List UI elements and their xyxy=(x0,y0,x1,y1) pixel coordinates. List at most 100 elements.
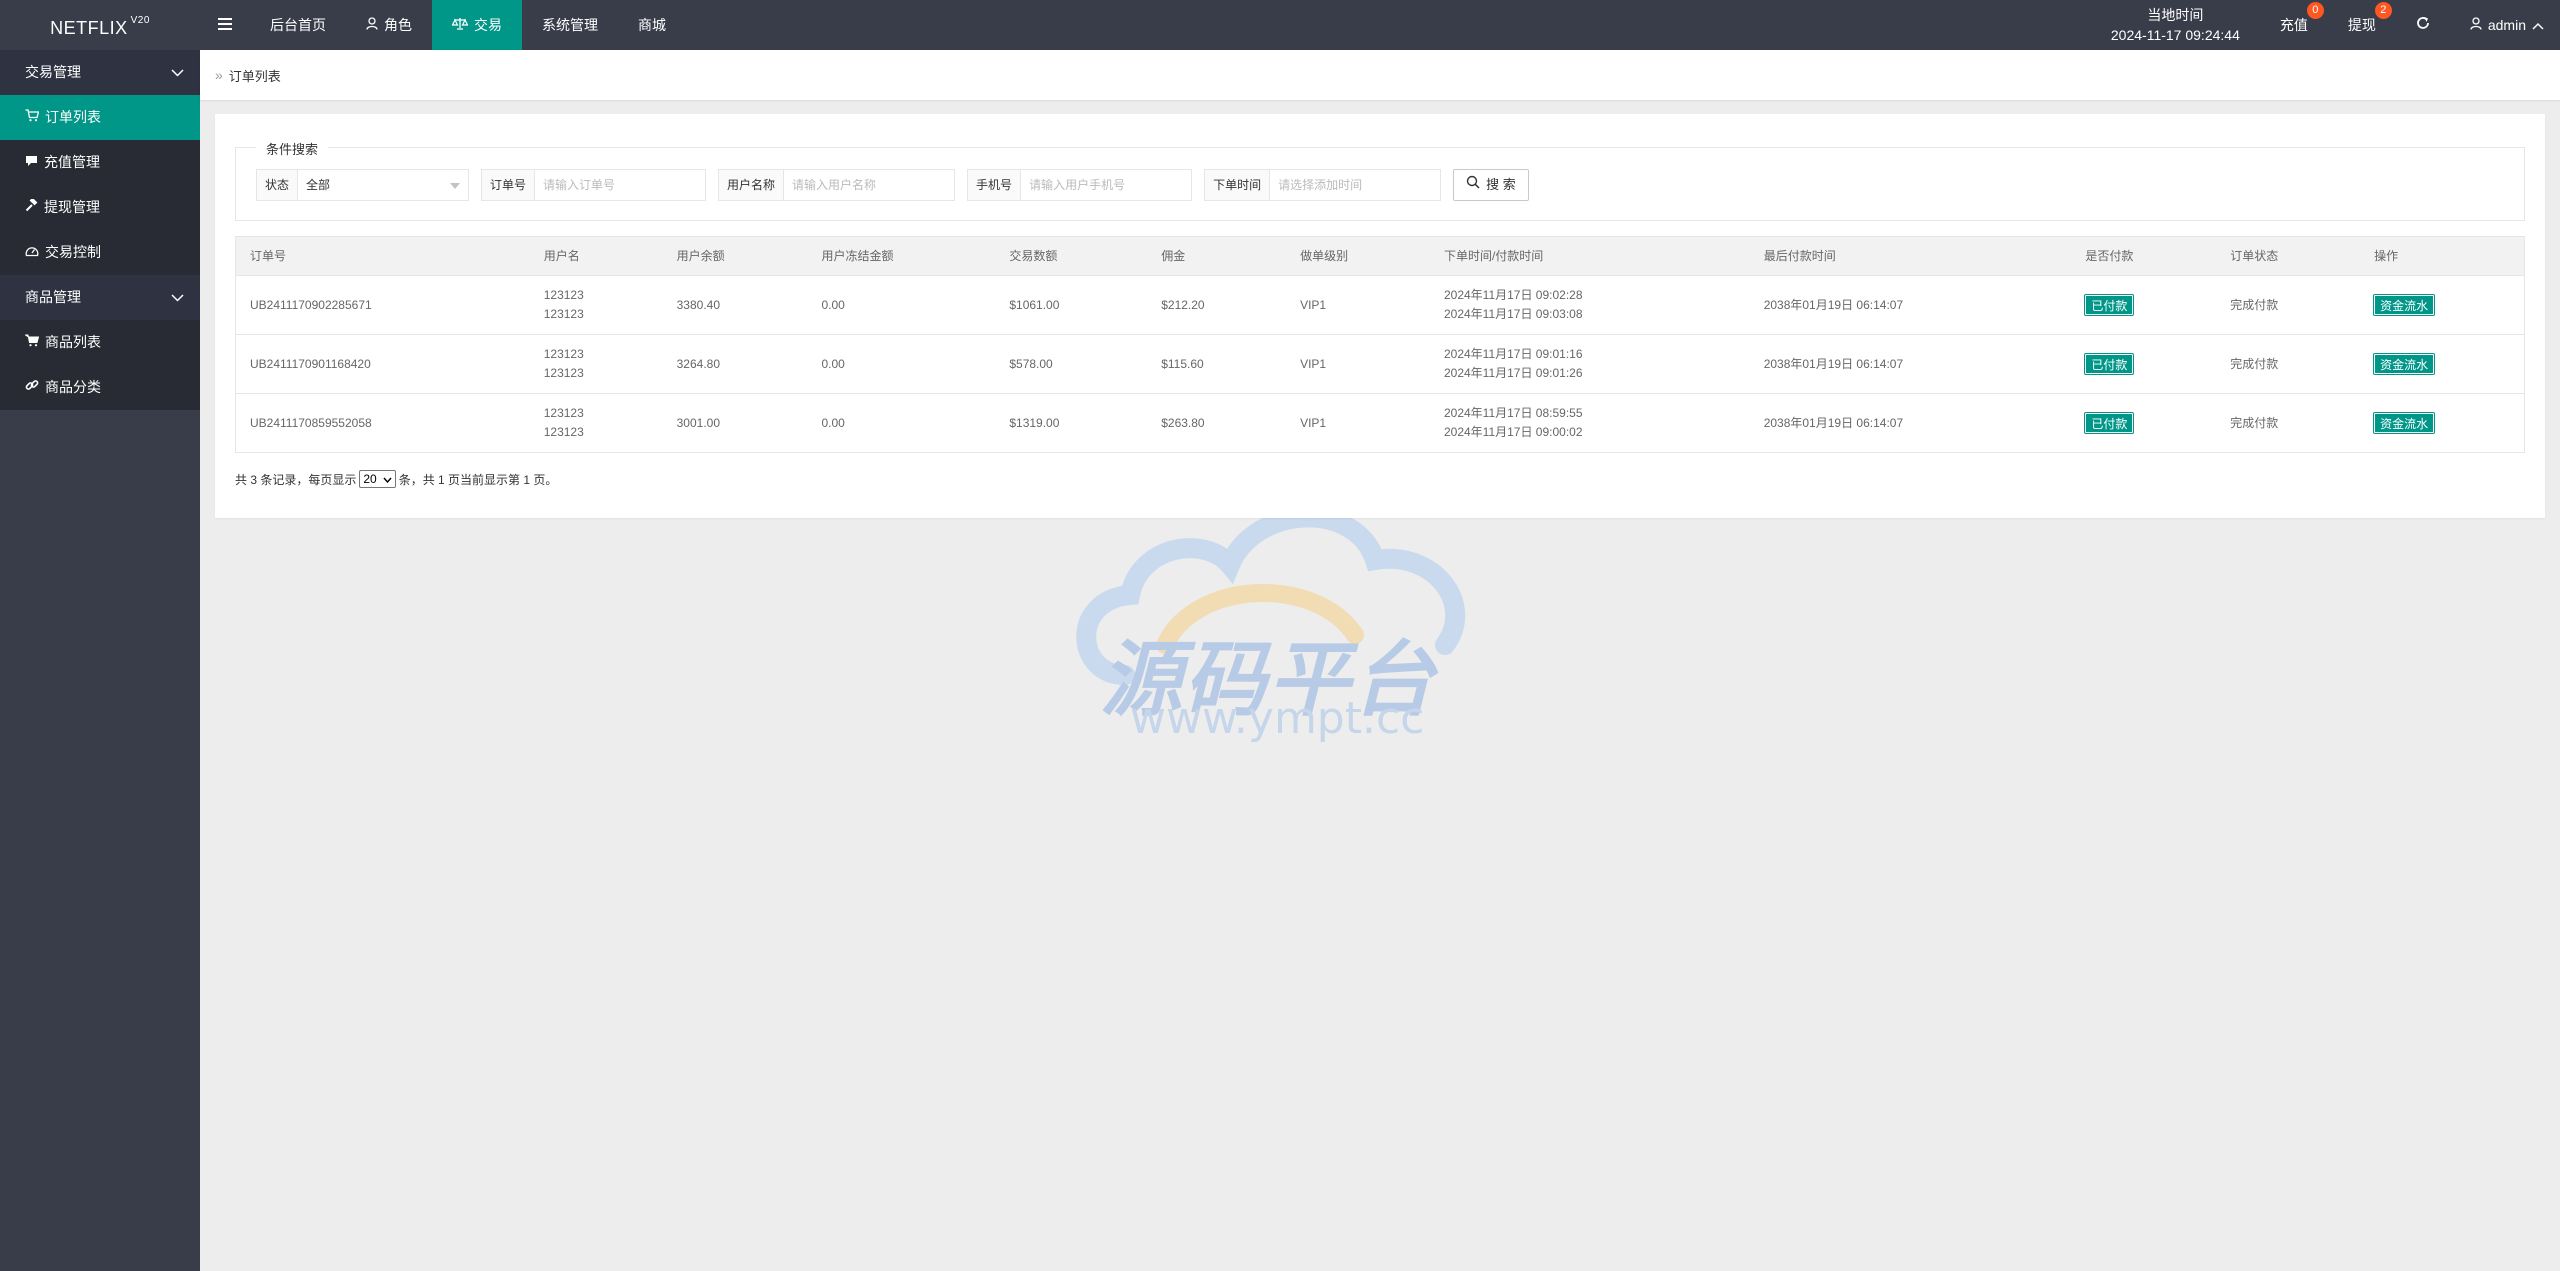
table-row: UB2411170902285671 123123 123123 3380.40… xyxy=(236,276,2524,335)
breadcrumb: » 订单列表 xyxy=(200,50,2560,100)
top-nav: 后台首页 角色 交易 系统管理 商城 xyxy=(200,0,686,50)
col-level: 做单级别 xyxy=(1300,248,1349,263)
nav-shop[interactable]: 商城 xyxy=(618,0,686,50)
order-time: 2024年11月17日 09:01:16 2024年11月17日 09:01:2… xyxy=(1430,335,1750,393)
sidebar-item-withdraw[interactable]: 提现管理 xyxy=(0,185,200,230)
nav-trade-label: 交易 xyxy=(474,17,502,33)
nav-roles[interactable]: 角色 xyxy=(346,0,432,50)
nav-trade[interactable]: 交易 xyxy=(432,0,522,50)
col-order-time: 下单时间/付款时间 xyxy=(1443,248,1544,263)
username-line: 123123 xyxy=(543,425,584,439)
search-icon xyxy=(1466,170,1480,200)
pagination: 共 3 条记录，每页显示 20 条，共 1 页当前显示第 1 页。 xyxy=(235,470,557,488)
amount: $578.00 xyxy=(1009,356,1053,371)
sidebar-item-orders[interactable]: 订单列表 xyxy=(0,95,200,140)
watermark: 源码平台 www.ympt.cc xyxy=(1055,505,1495,755)
commission: $212.20 xyxy=(1161,297,1205,312)
username-input[interactable]: 请输入用户名称 xyxy=(784,170,955,200)
search-button-label: 搜 索 xyxy=(1486,177,1516,192)
refresh-icon xyxy=(2416,0,2430,50)
recharge-button[interactable]: 充值 0 xyxy=(2260,0,2328,50)
order-time: 2024年11月17日 08:59:55 2024年11月17日 09:00:0… xyxy=(1430,394,1750,452)
cart-filled-icon xyxy=(23,320,40,365)
order-no: UB2411170859552058 xyxy=(250,415,372,430)
table-row: UB2411170901168420 123123 123123 3264.80… xyxy=(236,335,2524,394)
withdraw-badge: 2 xyxy=(2374,2,2392,19)
col-username: 用户名 xyxy=(543,248,580,263)
col-last-pay: 最后付款时间 xyxy=(1763,248,1836,263)
user-menu[interactable]: admin xyxy=(2450,0,2560,50)
fund-flow-button[interactable]: 资金流水 xyxy=(2373,412,2436,434)
sidebar-item-goods-list[interactable]: 商品列表 xyxy=(0,320,200,365)
local-time-value: 2024-11-17 09:24:44 xyxy=(2110,27,2240,43)
phone-filter: 手机号 请输入用户手机号 xyxy=(967,169,1193,201)
sidebar-item-label: 商品分类 xyxy=(45,379,101,395)
col-action: 操作 xyxy=(2374,248,2399,263)
breadcrumb-current[interactable]: 订单列表 xyxy=(229,66,281,85)
search-filters: 状态 全部 订单号 请输入订单号 用户名称 请输入用户名称 手机号 请输入用户手… xyxy=(256,169,1529,201)
phone-label: 手机号 xyxy=(968,170,1022,200)
sidebar-item-label: 订单列表 xyxy=(45,109,101,125)
status-select[interactable]: 全部 xyxy=(298,170,469,200)
username-line: 123123 xyxy=(543,288,584,302)
frozen: 0.00 xyxy=(821,356,845,371)
username: 123123 123123 xyxy=(530,276,663,334)
frozen: 0.00 xyxy=(821,415,845,430)
sidebar-item-trade-control[interactable]: 交易控制 xyxy=(0,230,200,275)
caret-down-icon xyxy=(450,183,461,189)
table-header: 订单号 用户名 用户余额 用户冻结金额 交易数额 佣金 做单级别 下单时间/付款… xyxy=(236,237,2524,276)
search-fieldset: 条件搜索 状态 全部 订单号 请输入订单号 用户名称 请输入用户名称 手机号 请… xyxy=(235,139,2525,221)
menu-toggle-button[interactable] xyxy=(200,0,250,50)
chevron-down-icon xyxy=(171,275,184,320)
status-select-value: 全部 xyxy=(306,178,331,192)
sidebar-item-recharge[interactable]: 充值管理 xyxy=(0,140,200,185)
scale-icon xyxy=(451,0,469,50)
sidebar-group-goods[interactable]: 商品管理 xyxy=(0,275,200,320)
sidebar-item-label: 商品列表 xyxy=(45,334,101,350)
nav-home-label: 后台首页 xyxy=(270,17,326,33)
fund-flow-button[interactable]: 资金流水 xyxy=(2373,294,2436,316)
user-icon xyxy=(2470,0,2482,50)
time-input[interactable]: 请选择添加时间 xyxy=(1270,170,1441,200)
action-cell: 资金流水 xyxy=(2360,276,2524,334)
order-status: 完成付款 xyxy=(2230,415,2279,430)
refresh-button[interactable] xyxy=(2396,0,2450,50)
withdraw-button[interactable]: 提现 2 xyxy=(2328,0,2396,50)
amount: $1319.00 xyxy=(1009,415,1060,430)
page-size-value: 20 xyxy=(363,472,377,486)
nav-home[interactable]: 后台首页 xyxy=(250,0,346,50)
order-input[interactable]: 请输入订单号 xyxy=(535,170,706,200)
recharge-label: 充值 xyxy=(2279,17,2308,33)
fund-flow-button[interactable]: 资金流水 xyxy=(2373,353,2436,375)
top-header: NETFLIX V20 后台首页 角色 交易 系统管理 商城 当地时间 2024… xyxy=(0,0,2560,50)
header-right: 当地时间 2024-11-17 09:24:44 充值 0 提现 2 admin xyxy=(2091,0,2560,50)
username: 123123 123123 xyxy=(530,335,663,393)
commission: $263.80 xyxy=(1161,415,1205,430)
brand-logo[interactable]: NETFLIX V20 xyxy=(0,0,200,50)
username-line: 123123 xyxy=(543,307,584,321)
pager-prefix: 共 3 条记录，每页显示 xyxy=(235,472,357,487)
action-cell: 资金流水 xyxy=(2360,394,2524,452)
order-status: 完成付款 xyxy=(2230,356,2279,371)
sidebar-item-goods-category[interactable]: 商品分类 xyxy=(0,365,200,410)
withdraw-label: 提现 xyxy=(2347,17,2376,33)
col-commission: 佣金 xyxy=(1161,248,1186,263)
paid-cell: 已付款 xyxy=(2071,394,2216,452)
sidebar-item-label: 充值管理 xyxy=(44,154,100,170)
level: VIP1 xyxy=(1300,356,1327,371)
pay-time-value: 2024年11月17日 09:01:26 xyxy=(1443,366,1583,380)
search-button[interactable]: 搜 索 xyxy=(1453,169,1529,201)
paid-cell: 已付款 xyxy=(2071,276,2216,334)
last-pay-time: 2038年01月19日 06:14:07 xyxy=(1763,356,1904,371)
username-line: 123123 xyxy=(543,406,584,420)
recharge-badge: 0 xyxy=(2306,2,2324,19)
nav-system[interactable]: 系统管理 xyxy=(522,0,618,50)
phone-input[interactable]: 请输入用户手机号 xyxy=(1021,170,1192,200)
amount: $1061.00 xyxy=(1009,297,1060,312)
page-size-select[interactable]: 20 xyxy=(359,470,396,488)
sidebar-group-trade[interactable]: 交易管理 xyxy=(0,50,200,95)
nav-roles-label: 角色 xyxy=(384,17,412,33)
balance: 3380.40 xyxy=(676,297,721,312)
paid-badge: 已付款 xyxy=(2084,412,2135,434)
username: 123123 123123 xyxy=(530,394,663,452)
